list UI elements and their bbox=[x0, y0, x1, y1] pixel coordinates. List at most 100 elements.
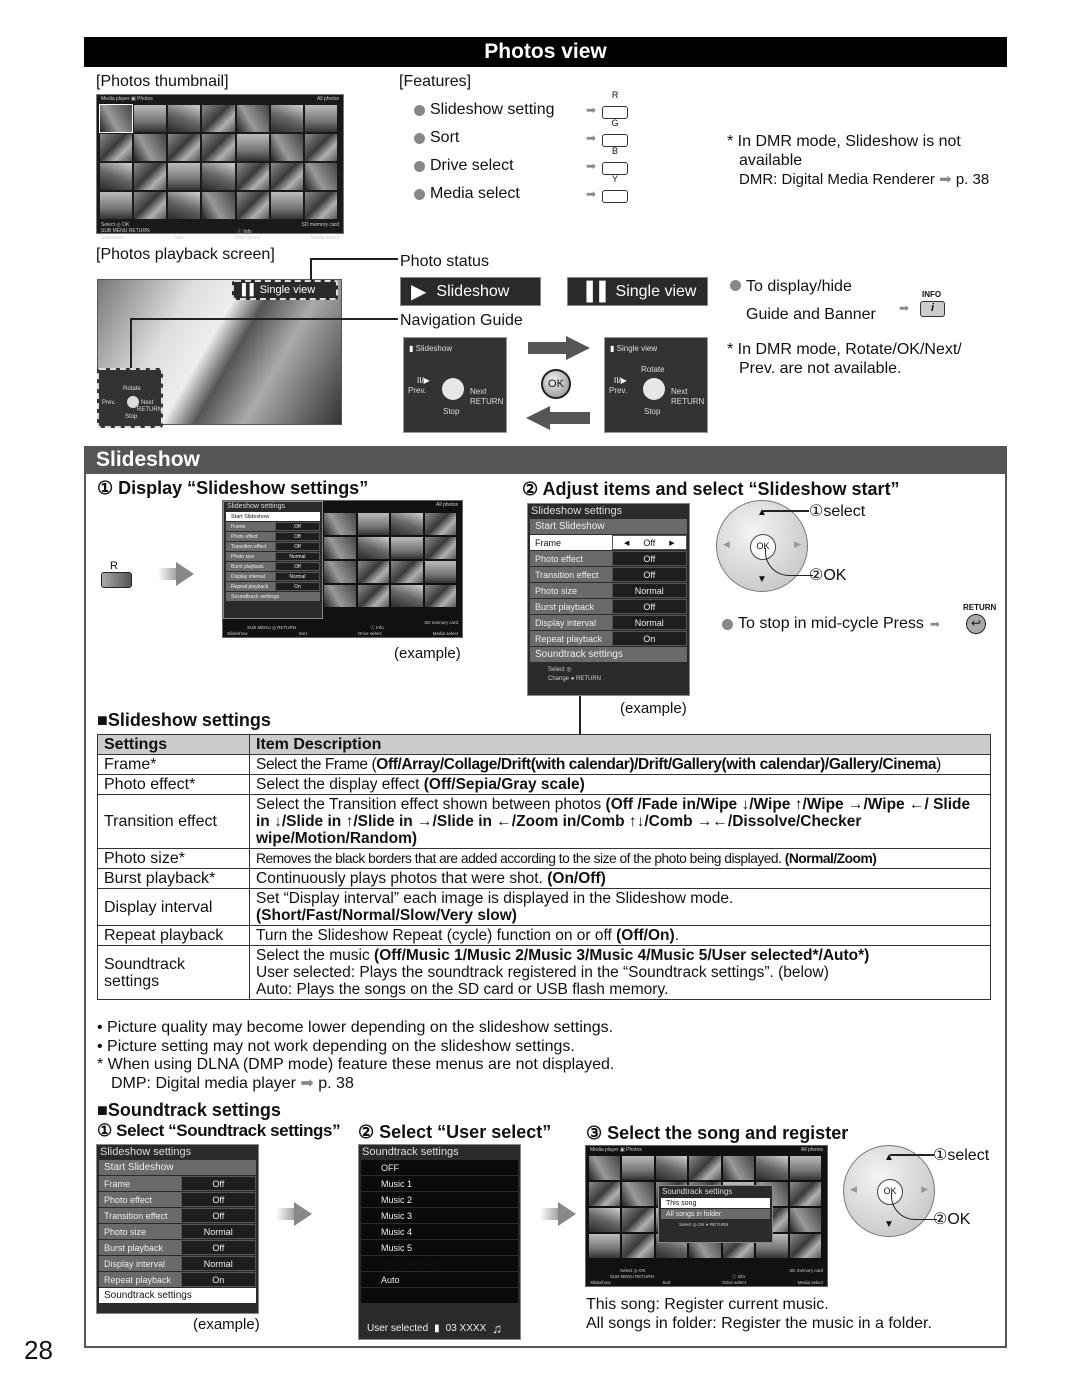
photo-thumb[interactable] bbox=[424, 513, 456, 535]
photo-thumb[interactable] bbox=[236, 105, 269, 132]
photo-thumb[interactable] bbox=[424, 561, 456, 583]
popup-option-this-song[interactable]: This song bbox=[661, 1198, 770, 1208]
photo-thumb[interactable] bbox=[270, 134, 303, 161]
photo-thumb[interactable] bbox=[756, 1156, 788, 1180]
soundtrack-option[interactable]: Music 5 bbox=[361, 1240, 518, 1255]
menu-key: Photo effect bbox=[99, 1192, 181, 1207]
photo-thumb[interactable] bbox=[98, 104, 134, 133]
soundtrack-option[interactable]: Music 4 bbox=[361, 1224, 518, 1239]
photo-thumb[interactable] bbox=[202, 163, 235, 190]
photo-thumb[interactable] bbox=[100, 163, 133, 190]
photo-thumb[interactable] bbox=[168, 163, 201, 190]
menu-row[interactable]: Transition effect Off bbox=[530, 567, 687, 582]
menu-row[interactable]: Display interval Normal bbox=[226, 572, 320, 581]
photo-thumb[interactable] bbox=[622, 1208, 654, 1232]
photo-thumb[interactable] bbox=[236, 163, 269, 190]
menu-start-slideshow[interactable]: Start Slideshow bbox=[99, 1160, 256, 1175]
soundtrack-option[interactable]: Music 1 bbox=[361, 1176, 518, 1191]
photo-thumb[interactable] bbox=[168, 105, 201, 132]
photo-thumb[interactable] bbox=[789, 1182, 821, 1206]
menu-row[interactable]: Photo effect Off bbox=[226, 532, 320, 541]
photo-thumb[interactable] bbox=[324, 537, 356, 559]
photo-thumb[interactable] bbox=[622, 1234, 654, 1258]
photo-thumb[interactable] bbox=[100, 192, 133, 219]
menu-row[interactable]: Display interval Normal bbox=[530, 615, 687, 630]
popup-option-all-songs[interactable]: All songs in folder bbox=[661, 1209, 770, 1219]
menu-row[interactable]: Transition effect Off bbox=[99, 1208, 256, 1223]
photo-thumb[interactable] bbox=[134, 192, 167, 219]
soundtrack-option[interactable]: Music 3 bbox=[361, 1208, 518, 1223]
menu-row[interactable]: Frame Off bbox=[226, 522, 320, 531]
photo-thumb[interactable] bbox=[357, 537, 389, 559]
footer-track: 03 XXXX bbox=[445, 1323, 487, 1334]
menu-row[interactable]: Photo size Normal bbox=[226, 552, 320, 561]
photo-thumb[interactable] bbox=[304, 134, 337, 161]
photo-thumb[interactable] bbox=[134, 105, 167, 132]
photo-thumb[interactable] bbox=[789, 1156, 821, 1180]
photo-thumb[interactable] bbox=[134, 163, 167, 190]
menu-row[interactable]: Transition effect Off bbox=[226, 542, 320, 551]
photo-thumb[interactable] bbox=[391, 585, 423, 607]
photo-thumb[interactable] bbox=[391, 513, 423, 535]
photo-thumb[interactable] bbox=[270, 192, 303, 219]
menu-row[interactable]: Frame Off bbox=[99, 1176, 256, 1191]
menu-row[interactable]: Burst playback Off bbox=[530, 599, 687, 614]
photo-thumb[interactable] bbox=[357, 585, 389, 607]
photo-thumb[interactable] bbox=[589, 1156, 621, 1180]
photo-thumb[interactable] bbox=[202, 192, 235, 219]
photo-thumb[interactable] bbox=[324, 561, 356, 583]
photo-thumb[interactable] bbox=[168, 192, 201, 219]
photo-thumb[interactable] bbox=[304, 192, 337, 219]
photo-thumb[interactable] bbox=[391, 561, 423, 583]
photo-thumb[interactable] bbox=[391, 537, 423, 559]
photo-thumb[interactable] bbox=[589, 1182, 621, 1206]
photo-thumb[interactable] bbox=[324, 585, 356, 607]
menu-soundtrack-selected[interactable]: Soundtrack settings bbox=[99, 1288, 256, 1303]
menu-start-slideshow[interactable]: Start Slideshow bbox=[226, 512, 320, 521]
photo-thumb[interactable] bbox=[622, 1182, 654, 1206]
photo-thumb[interactable] bbox=[789, 1234, 821, 1258]
menu-row-selected[interactable]: Frame ◀ Off ▶ bbox=[530, 535, 687, 550]
photo-thumb[interactable] bbox=[357, 561, 389, 583]
photo-thumb[interactable] bbox=[270, 105, 303, 132]
photo-thumb[interactable] bbox=[589, 1208, 621, 1232]
photo-thumb[interactable] bbox=[357, 513, 389, 535]
menu-key: Repeat playback bbox=[226, 582, 275, 591]
photo-thumb[interactable] bbox=[134, 134, 167, 161]
photo-thumb[interactable] bbox=[304, 105, 337, 132]
photo-thumb[interactable] bbox=[202, 134, 235, 161]
soundtrack-option[interactable]: Music 2 bbox=[361, 1192, 518, 1207]
soundtrack-option[interactable]: OFF bbox=[361, 1160, 518, 1175]
photo-thumb[interactable] bbox=[304, 163, 337, 190]
photo-thumb[interactable] bbox=[168, 134, 201, 161]
photo-thumb[interactable] bbox=[689, 1156, 721, 1180]
menu-row[interactable]: Repeat playback On bbox=[99, 1272, 256, 1287]
menu-soundtrack[interactable]: Soundtrack settings bbox=[530, 647, 687, 662]
menu-soundtrack[interactable]: Soundtrack settings bbox=[226, 592, 320, 601]
photo-thumb[interactable] bbox=[622, 1156, 654, 1180]
photo-thumb[interactable] bbox=[722, 1156, 755, 1180]
photo-thumb[interactable] bbox=[100, 134, 133, 161]
photo-thumb[interactable] bbox=[424, 585, 456, 607]
photo-thumb[interactable] bbox=[589, 1234, 621, 1258]
menu-row[interactable]: Photo effect Off bbox=[530, 551, 687, 566]
menu-row[interactable]: Display interval Normal bbox=[99, 1256, 256, 1271]
menu-row[interactable]: Photo effect Off bbox=[99, 1192, 256, 1207]
soundtrack-option[interactable]: Auto bbox=[361, 1272, 518, 1287]
photo-thumb[interactable] bbox=[236, 192, 269, 219]
photo-thumb[interactable] bbox=[789, 1208, 821, 1232]
menu-row[interactable]: Photo size Normal bbox=[99, 1224, 256, 1239]
photo-thumb[interactable] bbox=[424, 537, 456, 559]
photo-thumb[interactable] bbox=[655, 1156, 688, 1180]
menu-row[interactable]: Photo size Normal bbox=[530, 583, 687, 598]
menu-row[interactable]: Burst playback Off bbox=[99, 1240, 256, 1255]
menu-row[interactable]: Burst playback Off bbox=[226, 562, 320, 571]
photo-thumb[interactable] bbox=[236, 134, 269, 161]
photo-thumb[interactable] bbox=[202, 105, 235, 132]
photo-thumb[interactable] bbox=[324, 513, 356, 535]
menu-start-slideshow[interactable]: Start Slideshow bbox=[530, 519, 687, 534]
photo-thumb[interactable] bbox=[270, 163, 303, 190]
menu-row[interactable]: Repeat playback On bbox=[226, 582, 320, 591]
soundtrack-option-selected[interactable]: User selected bbox=[361, 1256, 518, 1271]
menu-row[interactable]: Repeat playback On bbox=[530, 631, 687, 646]
